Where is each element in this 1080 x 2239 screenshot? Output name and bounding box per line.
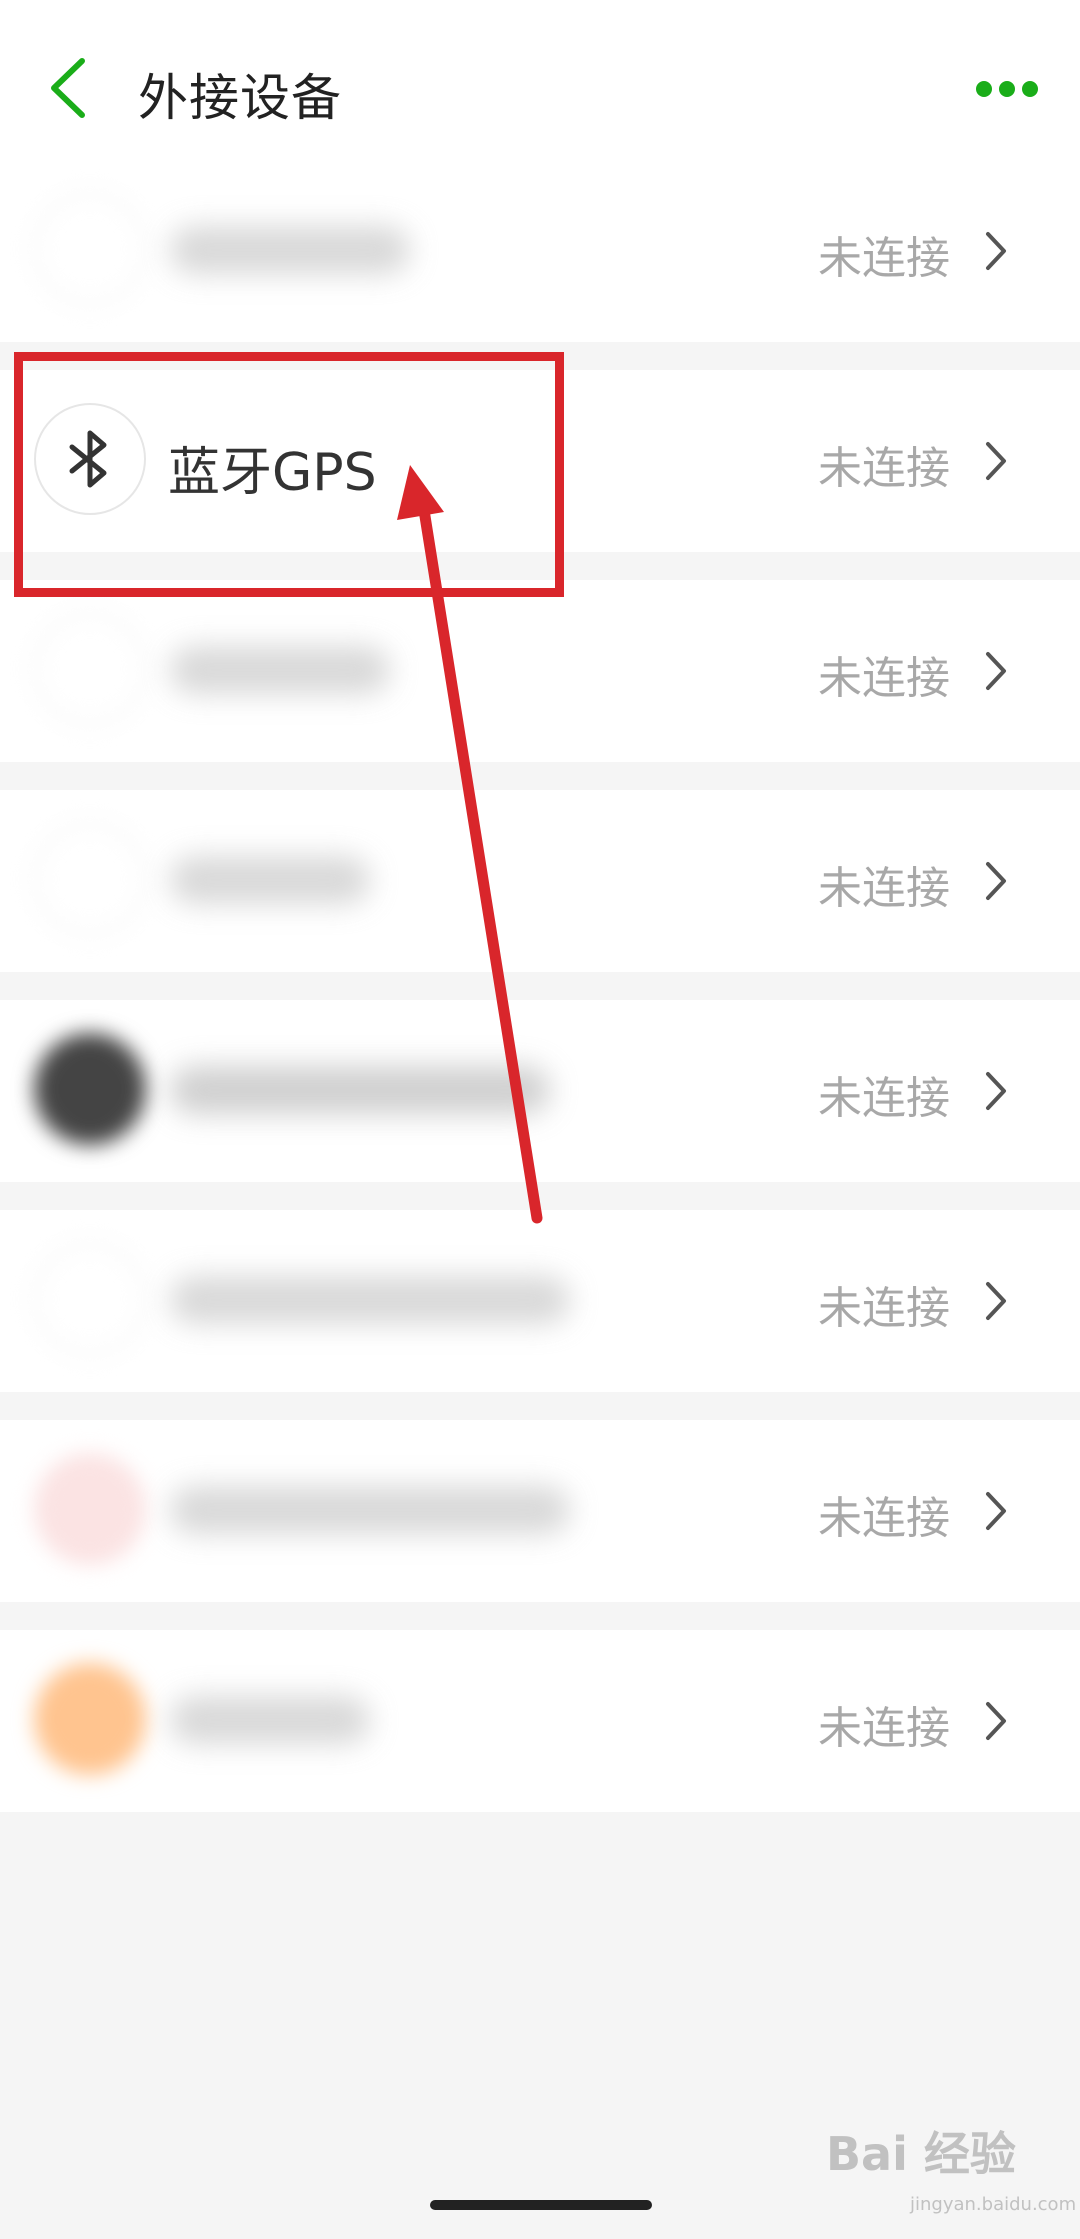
device-status: 未连接 xyxy=(818,443,950,494)
device-name-blurred xyxy=(170,856,370,904)
more-dots-icon xyxy=(976,81,1038,97)
device-avatar xyxy=(34,1033,146,1145)
device-row[interactable]: 未连接 xyxy=(0,1420,1080,1602)
device-status: 未连接 xyxy=(818,653,950,704)
highlight-box xyxy=(14,352,564,597)
device-status: 未连接 xyxy=(818,1703,950,1754)
device-status: 未连接 xyxy=(818,863,950,914)
chevron-right-icon xyxy=(986,232,1006,270)
chevron-right-icon xyxy=(986,1282,1006,1320)
device-row[interactable]: 未连接 xyxy=(0,1210,1080,1392)
device-status: 未连接 xyxy=(818,1493,950,1544)
device-avatar xyxy=(34,823,146,935)
device-row[interactable]: 未连接 xyxy=(0,1630,1080,1812)
chevron-right-icon xyxy=(986,1072,1006,1110)
device-avatar xyxy=(34,1663,146,1775)
chevron-right-icon xyxy=(986,1492,1006,1530)
chevron-right-icon xyxy=(986,1702,1006,1740)
device-avatar xyxy=(34,1243,146,1355)
device-status: 未连接 xyxy=(818,1283,950,1334)
device-row[interactable]: 未连接 xyxy=(0,1000,1080,1182)
device-row[interactable]: 未连接 xyxy=(0,160,1080,342)
chevron-right-icon xyxy=(986,862,1006,900)
device-name-blurred xyxy=(170,1066,550,1114)
device-avatar xyxy=(34,193,146,305)
top-bar: 外接设备 xyxy=(0,0,1080,161)
device-status: 未连接 xyxy=(818,1073,950,1124)
back-button[interactable] xyxy=(44,55,94,121)
device-name-blurred xyxy=(170,1486,570,1534)
more-button[interactable] xyxy=(975,76,1039,102)
device-name-blurred xyxy=(170,646,390,694)
page-title: 外接设备 xyxy=(138,69,342,127)
chevron-left-icon xyxy=(51,58,85,118)
watermark-logo: Bai 经验 xyxy=(826,2127,1016,2181)
device-row[interactable]: 未连接 xyxy=(0,790,1080,972)
home-indicator[interactable] xyxy=(430,2200,652,2210)
device-name-blurred xyxy=(170,1696,370,1744)
device-avatar xyxy=(34,1453,146,1565)
device-avatar xyxy=(34,613,146,725)
device-row[interactable]: 未连接 xyxy=(0,580,1080,762)
chevron-right-icon xyxy=(986,442,1006,480)
device-name-blurred xyxy=(170,226,410,274)
chevron-right-icon xyxy=(986,652,1006,690)
watermark-url: jingyan.baidu.com xyxy=(910,2194,1077,2215)
device-status: 未连接 xyxy=(818,233,950,284)
device-name-blurred xyxy=(170,1276,570,1324)
